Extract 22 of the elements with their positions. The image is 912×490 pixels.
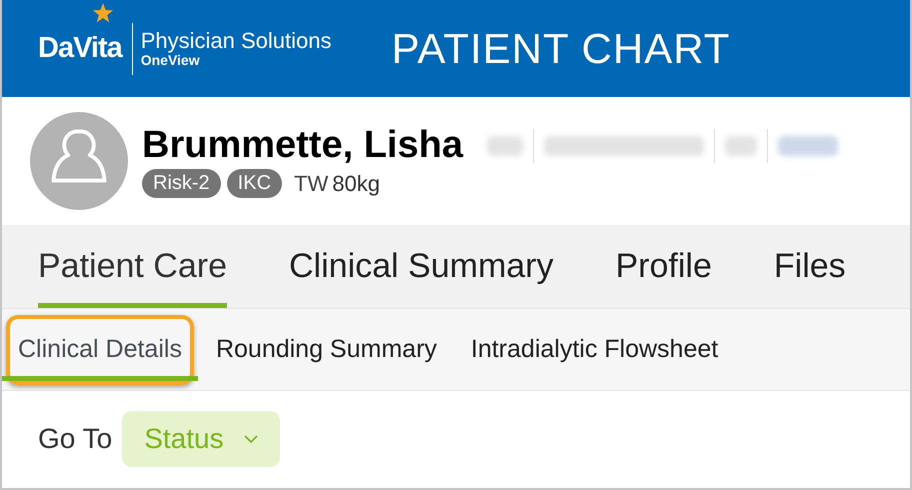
risk-badge: Risk-2 [142,169,221,198]
page-title: PATIENT CHART [392,24,730,72]
sub-tab[interactable]: Clinical Details [2,318,198,380]
sub-tab[interactable]: Rounding Summary [200,318,453,380]
product-name: Physician Solutions [140,28,332,53]
chevron-down-icon [244,434,258,444]
nav-tab[interactable]: Clinical Summary [289,225,554,308]
goto-label: Go To [38,423,112,455]
star-icon [93,2,113,22]
product-edition: OneView [140,52,200,68]
brand-logo: DaVita [38,32,122,65]
weight-label: TW [294,170,328,196]
weight-value: 80kg [332,170,380,196]
patient-name: Brummette, Lisha [142,124,463,167]
redacted-field [724,136,757,156]
nav-tab[interactable]: Profile [616,225,712,308]
avatar-icon [30,112,128,210]
nav-tab[interactable]: Files [774,225,846,308]
sub-tab[interactable]: Intradialytic Flowsheet [454,318,734,380]
redacted-field [778,136,838,156]
risk-badge: IKC [226,169,282,198]
redacted-field [486,136,523,156]
